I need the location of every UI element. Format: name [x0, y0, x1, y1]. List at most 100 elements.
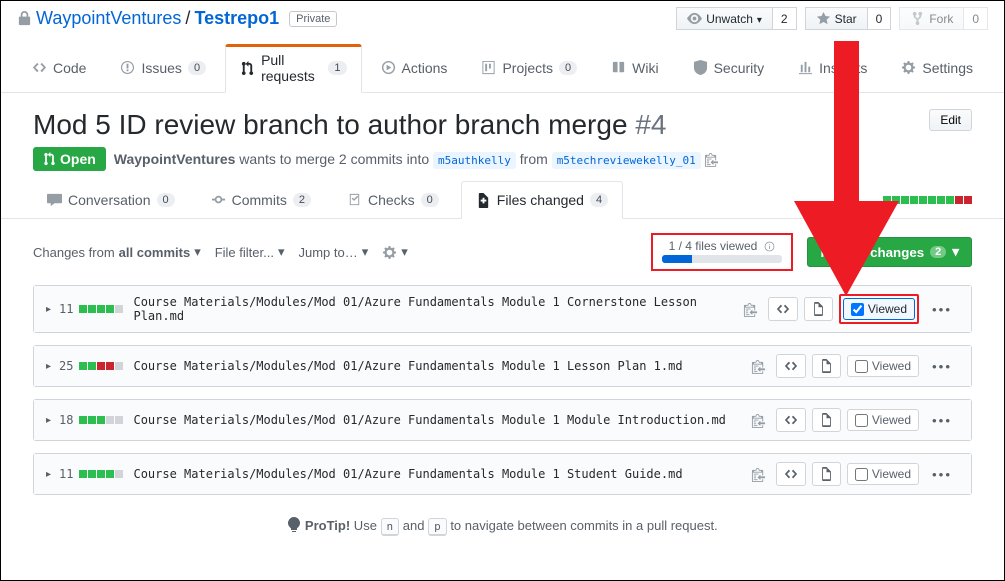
protip: ProTip! Use n and p to navigate between …	[1, 507, 1004, 543]
breadcrumb: WaypointVentures / Testrepo1 Private	[17, 8, 337, 29]
code-icon	[784, 359, 798, 373]
rendered-view-button[interactable]	[804, 297, 833, 321]
file-menu-button[interactable]: •••	[925, 355, 959, 378]
source-view-button[interactable]	[776, 354, 806, 378]
tab-pull-requests[interactable]: Pull requests1	[225, 44, 361, 93]
diffstat-bar	[79, 362, 123, 370]
lightbulb-icon	[287, 517, 301, 533]
code-icon	[776, 302, 790, 316]
tab-settings[interactable]: Settings	[886, 44, 988, 92]
expand-caret[interactable]: ▸	[46, 415, 51, 426]
tab-security[interactable]: Security	[678, 44, 780, 92]
tab-actions[interactable]: Actions	[366, 44, 463, 92]
owner-link[interactable]: WaypointVentures	[36, 8, 181, 29]
eye-icon	[687, 11, 702, 26]
expand-caret[interactable]: ▸	[46, 304, 51, 315]
line-count: 25	[59, 359, 73, 373]
jump-to-dropdown[interactable]: Jump to… ▾	[299, 244, 369, 260]
rendered-view-button[interactable]	[812, 462, 841, 486]
file-path[interactable]: Course Materials/Modules/Mod 01/Azure Fu…	[133, 467, 750, 481]
copy-path-icon[interactable]	[751, 467, 766, 482]
tab-commits[interactable]: Commits2	[197, 182, 325, 218]
check-icon	[347, 192, 362, 207]
viewed-checkbox[interactable]: Viewed	[847, 355, 919, 377]
gear-icon	[382, 245, 397, 260]
tab-insights[interactable]: Insights	[783, 44, 882, 92]
tab-code[interactable]: Code	[17, 44, 101, 92]
file-path[interactable]: Course Materials/Modules/Mod 01/Azure Fu…	[133, 295, 742, 323]
file-menu-button[interactable]: •••	[925, 298, 959, 321]
line-count: 11	[59, 302, 73, 316]
shield-icon	[693, 60, 708, 75]
file-diff-icon	[476, 193, 491, 208]
source-view-button[interactable]	[776, 408, 806, 432]
code-icon	[784, 467, 798, 481]
file-menu-button[interactable]: •••	[925, 409, 959, 432]
diff-settings-dropdown[interactable]: ▾	[382, 244, 408, 260]
file-icon	[812, 302, 825, 316]
line-count: 11	[59, 467, 73, 481]
star-button[interactable]: Star 0	[805, 7, 892, 30]
tab-conversation[interactable]: Conversation0	[33, 182, 189, 218]
file-icon	[820, 359, 833, 373]
file-icon	[820, 467, 833, 481]
project-icon	[481, 60, 496, 75]
tab-files-changed[interactable]: Files changed4	[461, 181, 623, 219]
fork-count[interactable]: 0	[964, 7, 988, 30]
info-icon[interactable]	[763, 240, 776, 253]
play-icon	[381, 60, 396, 75]
star-icon	[816, 11, 831, 26]
star-count[interactable]: 0	[868, 7, 892, 30]
head-branch[interactable]: m5techreviewekelly_01	[552, 152, 701, 169]
unwatch-button[interactable]: Unwatch 2	[676, 7, 796, 30]
visibility-badge: Private	[289, 11, 337, 27]
fork-icon	[910, 11, 925, 26]
graph-icon	[798, 60, 813, 75]
copy-icon[interactable]	[705, 152, 718, 167]
viewed-checkbox[interactable]: Viewed	[847, 463, 919, 485]
expand-caret[interactable]: ▸	[46, 361, 51, 372]
file-row: ▸ 11 Course Materials/Modules/Mod 01/Azu…	[33, 453, 972, 495]
copy-path-icon[interactable]	[751, 413, 766, 428]
edit-button[interactable]: Edit	[929, 109, 972, 131]
files-viewed-progress: 1 / 4 files viewed	[651, 233, 793, 271]
code-icon	[784, 413, 798, 427]
repo-link[interactable]: Testrepo1	[194, 8, 279, 29]
overall-diffstat	[883, 196, 972, 204]
file-row: ▸ 25 Course Materials/Modules/Mod 01/Azu…	[33, 345, 972, 387]
review-changes-button[interactable]: Review changes2 ▾	[807, 237, 972, 267]
file-icon	[820, 413, 833, 427]
copy-path-icon[interactable]	[743, 302, 758, 317]
pr-icon	[240, 61, 255, 76]
diffstat-bar	[79, 416, 123, 424]
source-view-button[interactable]	[776, 462, 806, 486]
file-path[interactable]: Course Materials/Modules/Mod 01/Azure Fu…	[133, 359, 750, 373]
rendered-view-button[interactable]	[812, 354, 841, 378]
lock-icon	[17, 11, 32, 26]
file-path[interactable]: Course Materials/Modules/Mod 01/Azure Fu…	[133, 413, 750, 427]
file-menu-button[interactable]: •••	[925, 463, 959, 486]
tab-issues[interactable]: Issues0	[105, 44, 221, 92]
diffstat-bar	[79, 305, 123, 313]
tab-projects[interactable]: Projects0	[466, 44, 592, 92]
state-badge: Open	[33, 147, 106, 171]
copy-path-icon[interactable]	[751, 359, 766, 374]
viewed-checkbox[interactable]: Viewed	[847, 409, 919, 431]
changes-from-dropdown[interactable]: Changes from all commits ▾	[33, 244, 201, 260]
pr-open-icon	[43, 152, 56, 166]
viewed-checkbox[interactable]: Viewed	[843, 298, 915, 320]
unwatch-count[interactable]: 2	[773, 7, 797, 30]
expand-caret[interactable]: ▸	[46, 469, 51, 480]
book-icon	[611, 60, 626, 75]
merge-description: WaypointVentures wants to merge 2 commit…	[114, 151, 718, 167]
commit-icon	[211, 192, 226, 207]
code-icon	[32, 60, 47, 75]
source-view-button[interactable]	[768, 297, 798, 321]
tab-wiki[interactable]: Wiki	[596, 44, 673, 92]
tab-checks[interactable]: Checks0	[333, 182, 453, 218]
base-branch[interactable]: m5authkelly	[433, 152, 516, 169]
rendered-view-button[interactable]	[812, 408, 841, 432]
fork-button[interactable]: Fork 0	[899, 7, 988, 30]
gear-icon	[901, 60, 916, 75]
file-filter-dropdown[interactable]: File filter... ▾	[215, 244, 285, 260]
